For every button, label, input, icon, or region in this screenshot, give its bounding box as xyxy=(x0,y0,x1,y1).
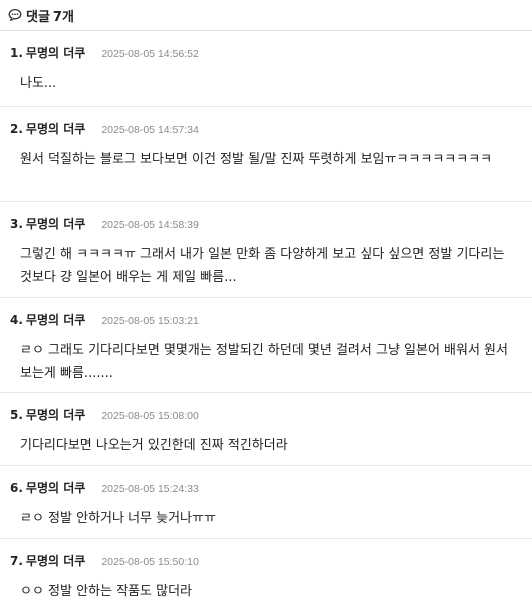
comment-body: 원서 덕질하는 블로그 보다보면 이건 정발 될/말 진짜 뚜렷하게 보임ㅠㅋㅋ… xyxy=(20,152,493,167)
comment-body: ㄹㅇ 정발 안하거나 너무 늦거나ㅠㅠ xyxy=(20,511,216,526)
comment-number: 6. xyxy=(10,481,23,495)
comment-author[interactable]: 무명의 더쿠 xyxy=(26,407,85,423)
comment-number: 3. xyxy=(10,217,23,231)
comment-author[interactable]: 무명의 더쿠 xyxy=(26,121,85,137)
comment-timestamp: 2025-08-05 15:08:00 xyxy=(101,410,199,422)
comment-timestamp: 2025-08-05 15:24:33 xyxy=(101,483,199,495)
comments-section: 댓글 7개 1. 무명의 더쿠 2025-08-05 14:56:52 나도..… xyxy=(0,0,532,601)
comment-number: 1. xyxy=(10,46,23,60)
comment-item: 6. 무명의 더쿠 2025-08-05 15:24:33 ㄹㅇ 정발 안하거나… xyxy=(0,466,532,539)
comment-body: 나도... xyxy=(20,76,57,91)
comment-item: 5. 무명의 더쿠 2025-08-05 15:08:00 기다리다보면 나오는… xyxy=(0,393,532,466)
comment-author[interactable]: 무명의 더쿠 xyxy=(26,480,85,496)
speech-bubble-icon xyxy=(8,8,22,22)
comment-author[interactable]: 무명의 더쿠 xyxy=(26,553,85,569)
comment-item: 3. 무명의 더쿠 2025-08-05 14:58:39 그렇긴 해 ㅋㅋㅋㅋ… xyxy=(0,202,532,298)
comment-timestamp: 2025-08-05 14:57:34 xyxy=(101,124,199,136)
comments-title: 댓글 xyxy=(26,9,50,25)
comment-timestamp: 2025-08-05 15:50:10 xyxy=(101,556,199,568)
comment-item: 4. 무명의 더쿠 2025-08-05 15:03:21 ㄹㅇ 그래도 기다리… xyxy=(0,298,532,393)
comment-timestamp: 2025-08-05 14:58:39 xyxy=(101,219,199,231)
comment-timestamp: 2025-08-05 15:03:21 xyxy=(101,315,199,327)
comments-header: 댓글 7개 xyxy=(0,0,532,31)
comment-number: 5. xyxy=(10,408,23,422)
comment-number: 4. xyxy=(10,313,23,327)
comment-author[interactable]: 무명의 더쿠 xyxy=(26,312,85,328)
comment-number: 2. xyxy=(10,122,23,136)
comment-timestamp: 2025-08-05 14:56:52 xyxy=(101,48,199,60)
comment-body: 기다리다보면 나오는거 있긴한데 진짜 적긴하더라 xyxy=(20,438,288,453)
comment-body: ㄹㅇ 그래도 기다리다보면 몇몇개는 정발되긴 하던데 몇년 걸려서 그냥 일본… xyxy=(20,343,508,381)
comment-author[interactable]: 무명의 더쿠 xyxy=(26,45,85,61)
comment-body: 그렇긴 해 ㅋㅋㅋㅋㅠ 그래서 내가 일본 만화 좀 다양하게 보고 싶다 싶으… xyxy=(20,247,505,285)
comment-item: 1. 무명의 더쿠 2025-08-05 14:56:52 나도... xyxy=(0,31,532,107)
comment-author[interactable]: 무명의 더쿠 xyxy=(26,216,85,232)
comments-count: 7개 xyxy=(52,9,74,25)
comment-number: 7. xyxy=(10,554,23,568)
comment-body: ㅇㅇ 정발 안하는 작품도 많더라 xyxy=(20,584,193,599)
comment-item: 2. 무명의 더쿠 2025-08-05 14:57:34 원서 덕질하는 블로… xyxy=(0,107,532,202)
comment-item: 7. 무명의 더쿠 2025-08-05 15:50:10 ㅇㅇ 정발 안하는 … xyxy=(0,539,532,601)
